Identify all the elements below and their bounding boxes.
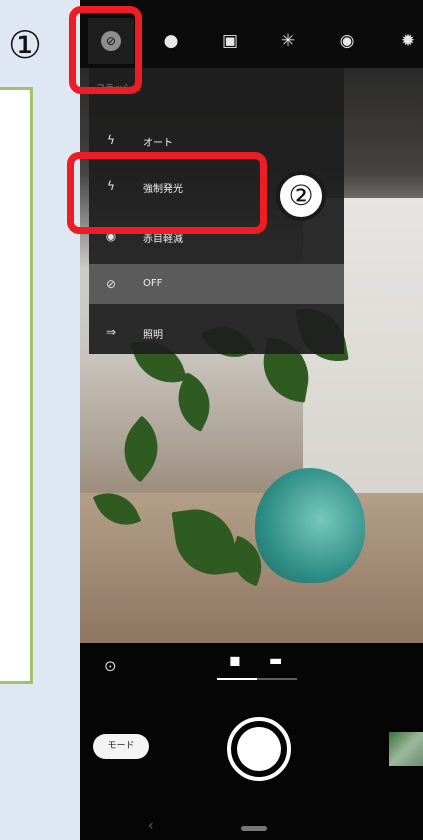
capture-mode-tabs: ◼ ▬ [217,653,297,683]
step-1-callout: ① [8,23,43,67]
android-nav-bar: ‹ [80,818,423,840]
step-1-highlight [69,6,142,94]
filter-icon[interactable]: ● [160,30,182,52]
menu-item-label: オート [143,138,173,149]
camera-screen: ⊘ ● ▣ ✳ ◉ ✹ フラッシュ ϟ オート ϟ 強制発光 ◉ 赤目軽減 ⊘ … [80,0,423,840]
aspect-ratio-icon[interactable]: ▣ [219,30,241,52]
menu-item-label: 照明 [143,330,163,341]
step-2-callout: ② [276,171,326,221]
vase-image [255,468,365,583]
mode-button[interactable]: モード [93,734,149,759]
menu-item-flash-off[interactable]: ⊘ OFF [89,264,344,304]
video-mode-icon[interactable]: ▬ [269,653,282,669]
scene-detect-icon[interactable]: ⊙ [104,657,117,675]
menu-item-torch[interactable]: ⇒ 照明 [89,312,344,352]
settings-icon[interactable]: ✹ [397,30,419,52]
shutter-button[interactable] [227,717,291,781]
left-content-panel [0,87,33,684]
camera-bottom-controls: ⊙ ◼ ▬ モード ‹ [80,643,423,840]
torch-icon: ⇒ [105,325,117,339]
face-icon[interactable]: ◉ [336,30,358,52]
back-icon[interactable]: ‹ [148,818,154,834]
brightness-icon[interactable]: ✳ [277,30,299,52]
photo-mode-icon[interactable]: ◼ [229,653,241,669]
home-pill-icon[interactable] [241,826,267,831]
gallery-thumbnail[interactable] [389,732,423,766]
step-2-highlight [67,152,267,234]
menu-item-label: OFF [143,278,163,289]
flash-auto-icon: ϟ [107,133,115,147]
flash-off-icon: ⊘ [105,277,117,291]
